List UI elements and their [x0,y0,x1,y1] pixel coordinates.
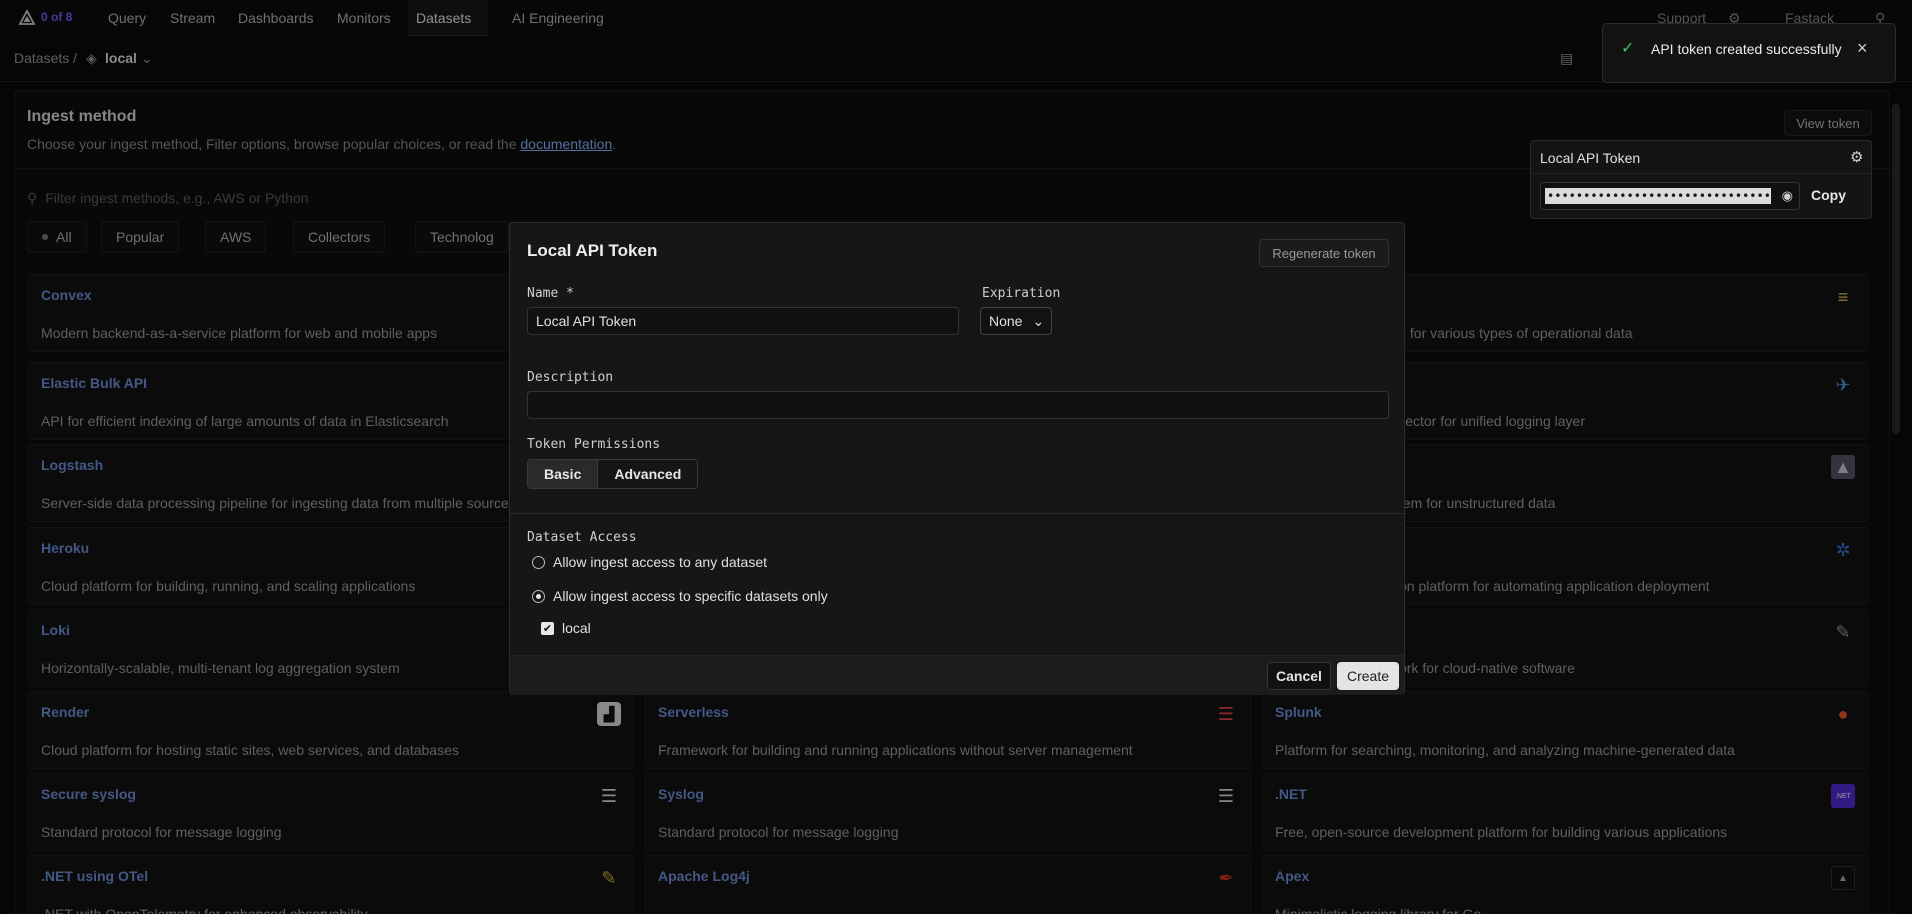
permissions-label: Token Permissions [527,437,661,452]
token-popover: Local API Token ⚙ ••••••••••••••••••••••… [1530,140,1872,219]
name-label: Name * [527,286,574,301]
token-masked-value: •••••••••••••••••••••••••••••••••• [1545,188,1771,204]
close-icon[interactable]: × [1857,38,1868,59]
radio-label: Allow ingest access to specific datasets… [553,588,828,604]
cancel-button[interactable]: Cancel [1267,662,1331,690]
description-label: Description [527,370,614,385]
check-icon[interactable]: ✔ [541,621,554,635]
toast-message: API token created successfully [1651,41,1842,57]
expiration-select[interactable]: None ⌄ [980,307,1052,335]
modal-footer: Cancel Create [510,655,1404,695]
modal-title: Local API Token [527,241,658,260]
eye-icon[interactable]: ◉ [1782,188,1793,204]
chevron-down-icon: ⌄ [1032,312,1045,329]
description-field[interactable] [527,391,1389,419]
token-modal: Local API Token Regenerate token Name * … [509,222,1406,695]
regenerate-token-button[interactable]: Regenerate token [1259,239,1389,267]
gear-icon[interactable]: ⚙ [1850,148,1863,166]
permissions-toggle: Basic Advanced [527,459,699,489]
copy-button[interactable]: Copy [1811,187,1846,203]
radio-specific-datasets[interactable]: Allow ingest access to specific datasets… [532,588,828,604]
checkbox-label: local [562,620,591,636]
perm-advanced-tab[interactable]: Advanced [598,460,698,488]
perm-basic-tab[interactable]: Basic [528,460,599,488]
token-field[interactable]: •••••••••••••••••••••••••••••••••• ◉ [1540,182,1800,210]
create-button[interactable]: Create [1337,662,1399,690]
expiration-value: None [989,313,1023,329]
success-toast: ✓ API token created successfully × [1602,23,1896,83]
modal-divider [510,513,1406,514]
radio-label: Allow ingest access to any dataset [553,554,768,570]
radio-any-dataset[interactable]: Allow ingest access to any dataset [532,554,767,570]
dataset-access-label: Dataset Access [527,530,637,545]
token-popover-title: Local API Token [1540,150,1641,166]
expiration-label: Expiration [982,286,1061,301]
radio-circle[interactable] [532,555,545,569]
check-icon: ✓ [1621,40,1635,57]
divider [1531,173,1871,174]
radio-circle[interactable] [532,589,545,603]
dataset-checkbox-local[interactable]: ✔ local [541,620,591,636]
name-field[interactable]: Local API Token [527,307,959,335]
